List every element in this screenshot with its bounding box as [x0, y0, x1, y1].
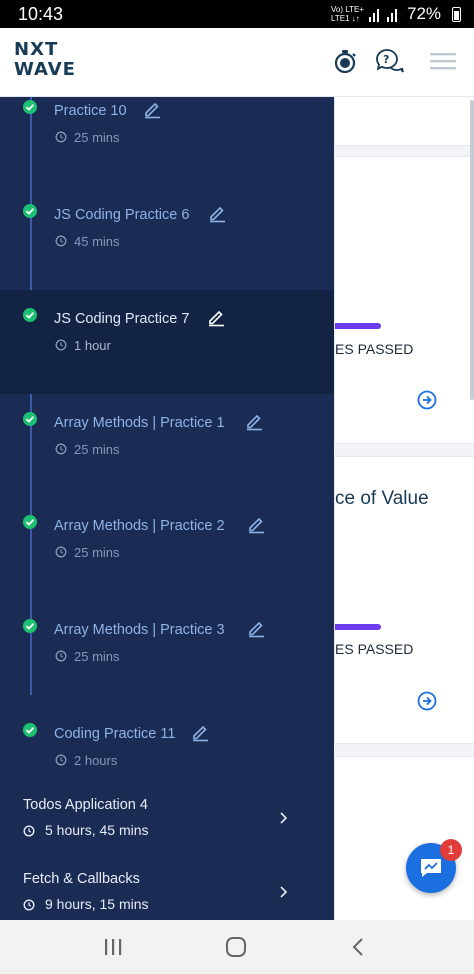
notification-badge: 1 [440, 839, 462, 861]
edit-icon[interactable] [207, 203, 227, 223]
module-duration: 1 hour [74, 338, 111, 353]
network-indicator: Vo) LTE+ LTE1 ↓↑ [331, 5, 364, 23]
chat-support-button[interactable]: 1 [406, 839, 462, 893]
home-icon[interactable] [223, 935, 249, 959]
edit-icon[interactable] [244, 411, 264, 431]
clock-icon [55, 546, 67, 558]
background-course-card-2[interactable]: ce of Value ES PASSED [334, 456, 474, 744]
clock-icon [55, 650, 67, 662]
hamburger-menu-icon[interactable] [428, 46, 458, 76]
module-duration: 25 mins [74, 545, 120, 560]
topic-fetch-callbacks[interactable]: Fetch & Callbacks 9 hours, 15 mins [0, 871, 334, 920]
topic-name: Fetch & Callbacks [23, 871, 140, 887]
nxtwave-logo[interactable]: NXT WAVE [14, 40, 76, 80]
module-title: JS Coding Practice 7 [54, 311, 190, 327]
module-duration: 25 mins [74, 649, 120, 664]
help-chat-icon[interactable]: ? [374, 46, 404, 76]
clock-icon [23, 899, 35, 911]
background-card-top [334, 96, 474, 146]
module-duration: 25 mins [74, 130, 120, 145]
module-item[interactable]: JS Coding Practice 6 45 mins [0, 186, 334, 290]
module-duration: 2 hours [74, 753, 118, 768]
topic-name: Todos Application 4 [23, 797, 148, 813]
module-item[interactable]: Array Methods | Practice 1 25 mins [0, 394, 334, 498]
battery-icon [452, 7, 461, 22]
status-time: 10:43 [18, 4, 64, 24]
completed-check-icon [23, 100, 37, 114]
module-item[interactable]: Array Methods | Practice 2 25 mins [0, 497, 334, 601]
edit-icon[interactable] [246, 618, 266, 638]
edit-icon[interactable] [190, 722, 210, 742]
topic-todos-application-4[interactable]: Todos Application 4 5 hours, 45 mins [0, 797, 334, 867]
completed-check-icon [23, 308, 37, 322]
completed-check-icon [23, 723, 37, 737]
completed-check-icon [23, 515, 37, 529]
completed-check-icon [23, 619, 37, 633]
course-title-fragment: ce of Value [335, 488, 429, 509]
module-item[interactable]: Array Methods | Practice 3 25 mins [0, 601, 334, 705]
edit-icon[interactable] [246, 514, 266, 534]
completed-check-icon [23, 204, 37, 218]
module-title: Array Methods | Practice 2 [54, 518, 225, 534]
background-course-card-1[interactable]: ES PASSED [334, 156, 474, 444]
logo-line-2: WAVE [14, 59, 76, 80]
module-item[interactable]: Coding Practice 11 2 hours [0, 705, 334, 809]
topic-duration: 9 hours, 15 mins [45, 896, 149, 912]
module-title: Array Methods | Practice 1 [54, 415, 225, 431]
module-duration: 45 mins [74, 234, 120, 249]
recent-apps-icon[interactable] [100, 935, 126, 959]
module-item[interactable]: Practice 10 25 mins [0, 97, 334, 186]
chat-bubble-icon [421, 859, 441, 877]
clock-icon [23, 825, 35, 837]
arrow-right-circle-icon[interactable] [417, 390, 437, 410]
module-title: Array Methods | Practice 3 [54, 622, 225, 638]
clock-icon [55, 339, 67, 351]
svg-text:?: ? [383, 53, 389, 66]
signal-bars-icon [369, 9, 397, 22]
network-line-2: LTE1 ↓↑ [331, 14, 360, 23]
chevron-right-icon[interactable] [278, 811, 288, 825]
page-scrollbar[interactable] [470, 100, 474, 400]
module-title: Practice 10 [54, 103, 127, 119]
module-item[interactable]: JS Coding Practice 7 1 hour [0, 290, 334, 394]
battery-percent: 72% [407, 4, 442, 23]
module-title: Coding Practice 11 [54, 726, 176, 742]
logo-line-1: NXT [14, 39, 59, 60]
edit-icon[interactable] [206, 307, 226, 327]
passed-status: ES PASSED [335, 341, 414, 357]
module-title: JS Coding Practice 6 [54, 207, 190, 223]
clock-icon [55, 754, 67, 766]
system-navigation-bar [0, 920, 474, 974]
app-header: NXT WAVE ? [0, 28, 474, 97]
arrow-right-circle-icon[interactable] [417, 691, 437, 711]
clock-icon [55, 131, 67, 143]
progress-bar [335, 624, 381, 630]
passed-status: ES PASSED [335, 641, 414, 657]
network-line-1: Vo) LTE+ [331, 5, 364, 14]
stopwatch-icon[interactable] [330, 46, 360, 76]
edit-icon[interactable] [142, 99, 162, 119]
status-bar: 10:43 Vo) LTE+ LTE1 ↓↑ 72% [0, 0, 474, 28]
topic-duration: 5 hours, 45 mins [45, 822, 149, 838]
chevron-right-icon[interactable] [278, 885, 288, 899]
clock-icon [55, 443, 67, 455]
clock-icon [55, 235, 67, 247]
course-navigation-drawer[interactable]: Practice 10 25 mins JS Coding Practice 6 45… [0, 97, 334, 920]
module-duration: 25 mins [74, 442, 120, 457]
completed-check-icon [23, 412, 37, 426]
progress-bar [335, 323, 381, 329]
back-icon[interactable] [346, 935, 372, 959]
